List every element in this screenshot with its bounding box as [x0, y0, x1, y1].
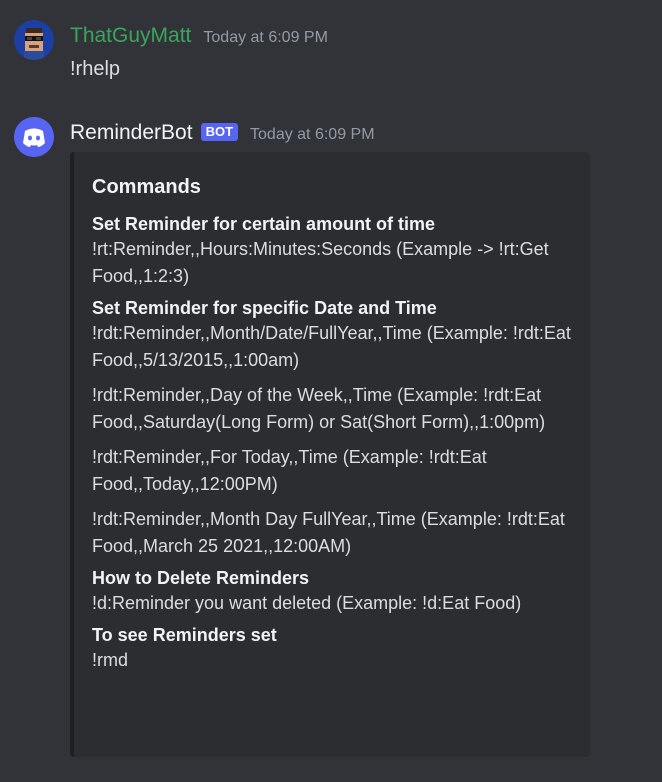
embed-field-name: How to Delete Reminders: [92, 568, 310, 588]
username[interactable]: ReminderBot: [70, 121, 193, 145]
message-header: ThatGuyMatt Today at 6:09 PM: [70, 24, 328, 48]
timestamp: Today at 6:09 PM: [203, 29, 328, 46]
embed-field-value: !rmd: [92, 650, 128, 670]
message-header: ReminderBot BOT Today at 6:09 PM: [70, 121, 375, 145]
embed: Commands Set Reminder for certain amount…: [70, 152, 590, 757]
discord-logo-icon[interactable]: [14, 117, 54, 157]
bot-tag: BOT: [200, 123, 239, 141]
embed-field-value: !rdt:Reminder,,Month/Date/FullYear,,Time…: [92, 323, 571, 370]
embed-title: Commands: [92, 176, 201, 198]
message-content: !rhelp: [70, 58, 121, 80]
embed-field-value: !rdt:Reminder,,For Today,,Time (Example:…: [92, 447, 487, 494]
embed-field-value: !rdt:Reminder,,Day of the Week,,Time (Ex…: [92, 385, 546, 432]
embed-field-name: Set Reminder for certain amount of time: [92, 214, 436, 234]
embed-field-value: !rt:Reminder,,Hours:Minutes:Seconds (Exa…: [92, 239, 549, 286]
timestamp: Today at 6:09 PM: [250, 126, 375, 143]
embed-field-value: !d:Reminder you want deleted (Example: !…: [92, 593, 522, 613]
user-avatar-icon[interactable]: [14, 20, 54, 60]
username[interactable]: ThatGuyMatt: [70, 24, 191, 48]
embed-field-name: Set Reminder for specific Date and Time: [92, 298, 437, 318]
embed-field-value: !rdt:Reminder,,Month Day FullYear,,Time …: [92, 509, 565, 556]
embed-field-name: To see Reminders set: [92, 625, 277, 645]
embed-content: Commands Set Reminder for certain amount…: [92, 174, 572, 674]
